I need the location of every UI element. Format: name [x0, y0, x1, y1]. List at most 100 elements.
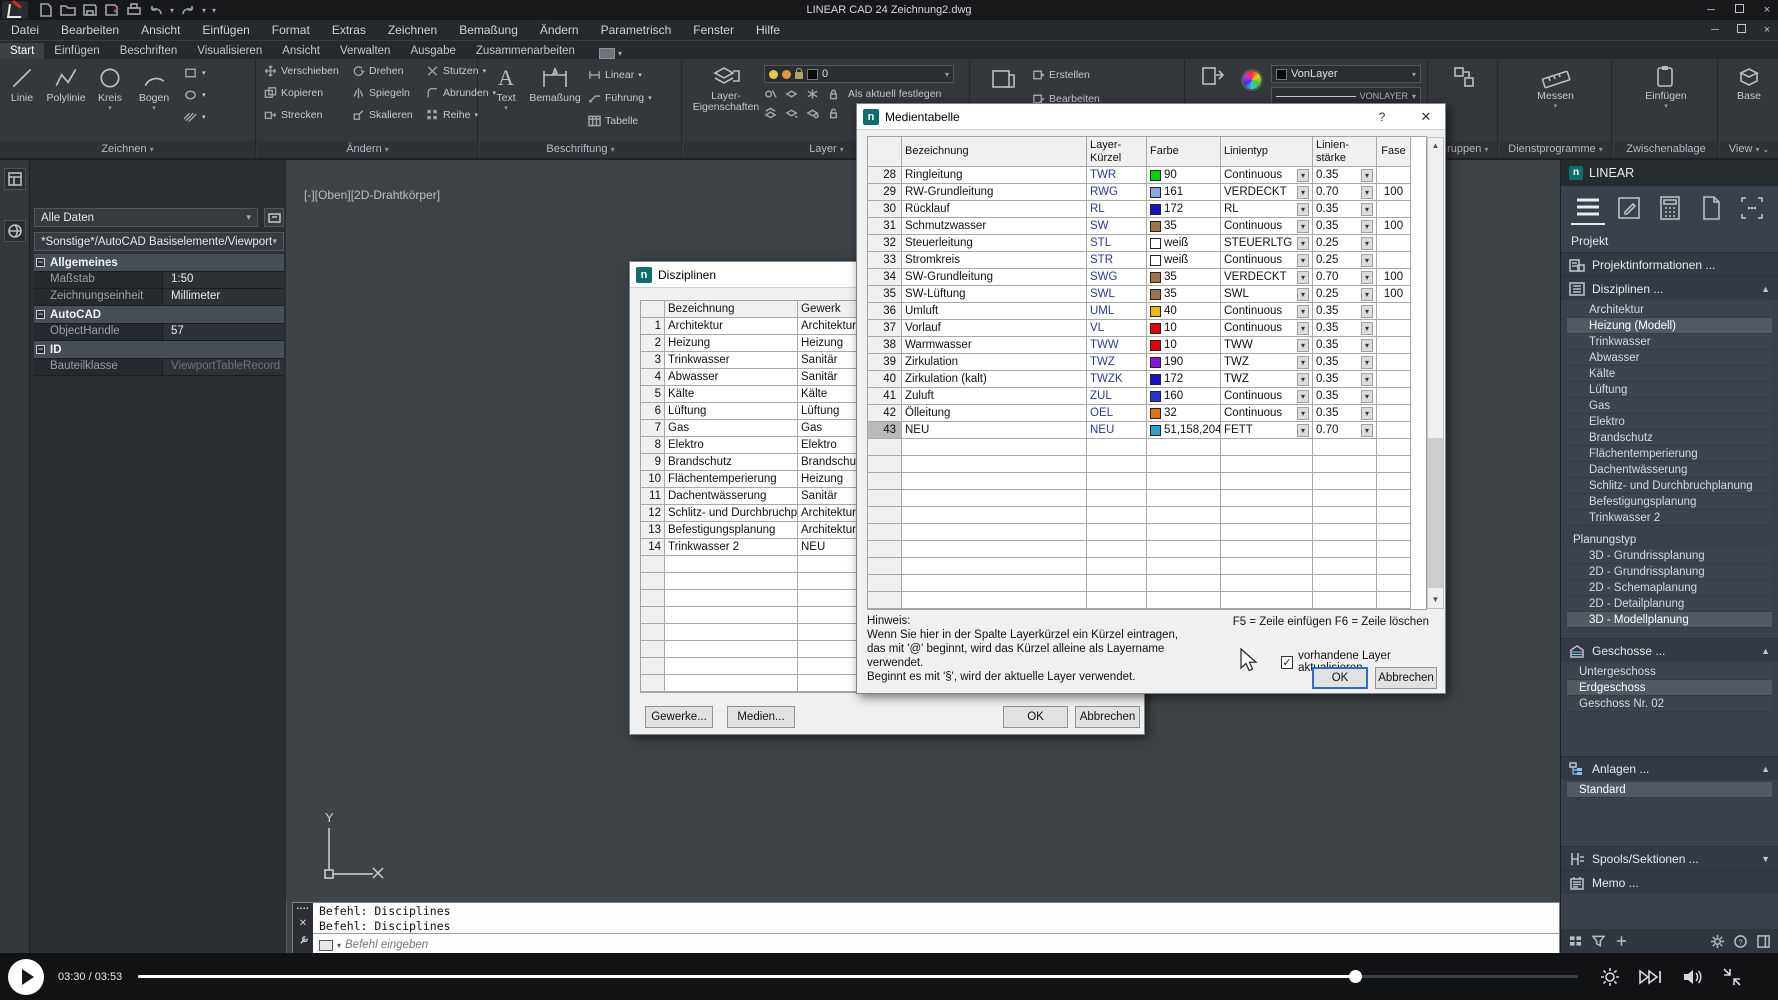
table-row[interactable]: 34 SW-Grundleitung SWG 35 VERDECKT ▾ 0.7 [868, 269, 1426, 286]
dropdown-arrow-icon[interactable]: ▾ [1297, 271, 1309, 284]
discipline-item[interactable]: Schlitz- und Durchbruchplanung [1567, 478, 1772, 494]
cell-staerke[interactable]: 0.35 ▾ [1313, 201, 1377, 218]
cell-staerke[interactable]: 0.25 ▾ [1313, 252, 1377, 269]
ribbon-tab[interactable]: Zusammenarbeiten [466, 43, 585, 59]
cell-linientyp[interactable]: SWL ▾ [1221, 286, 1313, 303]
cell-fase[interactable] [1377, 592, 1411, 609]
layer-off-icon[interactable] [764, 88, 777, 100]
cell-staerke[interactable]: ▾ [1313, 592, 1377, 609]
dropdown-arrow-icon[interactable]: ▾ [1361, 322, 1373, 335]
menu-item[interactable]: Hilfe [745, 20, 791, 41]
cell-bezeichnung[interactable] [902, 456, 1087, 473]
table-row[interactable]: 38 Warmwasser TWW 10 TWW ▾ 0.35 [868, 337, 1426, 354]
collapse-icon[interactable]: − [36, 258, 45, 267]
cell-staerke[interactable]: 0.35 ▾ [1313, 218, 1377, 235]
linear-dim-button[interactable]: Linear▾ [588, 65, 652, 85]
gewerke-button[interactable]: Gewerke... [645, 706, 713, 728]
row-number[interactable]: 39 [868, 354, 902, 371]
dropdown-arrow-icon[interactable]: ▾ [1361, 424, 1373, 437]
planning-type-item[interactable]: 3D - Grundrissplanung [1567, 548, 1772, 564]
cell-kuerzel[interactable] [1087, 473, 1147, 490]
cell-bezeichnung[interactable]: Architektur [665, 318, 798, 335]
row-number[interactable]: 42 [868, 405, 902, 422]
planning-type-item[interactable]: 2D - Detailplanung [1567, 596, 1772, 612]
table-row[interactable]: ▾ ▾ [868, 592, 1426, 609]
dropdown-arrow-icon[interactable]: ▾ [1361, 271, 1373, 284]
dropdown-arrow-icon[interactable]: ▾ [1361, 339, 1373, 352]
dropdown-arrow-icon[interactable]: ▾ [1297, 186, 1309, 199]
cell-bezeichnung[interactable] [902, 490, 1087, 507]
table-row[interactable]: ▾ ▾ [868, 558, 1426, 575]
column-header-fase[interactable]: Fase [1377, 137, 1411, 167]
cell-kuerzel[interactable] [1087, 558, 1147, 575]
row-number[interactable]: 31 [868, 218, 902, 235]
match-properties-button[interactable] [1193, 61, 1233, 91]
dropdown-arrow-icon[interactable]: ▾ [1361, 305, 1373, 318]
storey-item[interactable]: Erdgeschoss [1567, 680, 1772, 696]
section-memo[interactable]: Memo ... [1561, 870, 1778, 894]
rotate-button[interactable]: Drehen [352, 61, 422, 81]
settings-gear-icon[interactable] [1600, 967, 1620, 987]
panel-label-dienstprogramme[interactable]: Dienstprogramme ▾ [1500, 141, 1611, 158]
cell-fase[interactable] [1377, 490, 1411, 507]
minimize-button[interactable]: ─ [1704, 4, 1718, 16]
row-number[interactable] [868, 592, 902, 609]
cell-farbe[interactable]: 190 [1147, 354, 1221, 371]
cell-kuerzel[interactable] [1087, 439, 1147, 456]
cell-kuerzel[interactable]: STR [1087, 252, 1147, 269]
cell-bezeichnung[interactable]: Befestigungsplanung [665, 522, 798, 539]
cell-bezeichnung[interactable] [902, 558, 1087, 575]
discipline-item[interactable]: Befestigungsplanung [1567, 494, 1772, 510]
cell-bezeichnung[interactable] [665, 624, 798, 641]
cell-linientyp[interactable]: Continuous ▾ [1221, 320, 1313, 337]
cell-farbe[interactable]: 32 [1147, 405, 1221, 422]
column-header-farbe[interactable]: Farbe [1147, 137, 1221, 167]
cell-bezeichnung[interactable]: SW-Lüftung [902, 286, 1087, 303]
cell-staerke[interactable]: ▾ [1313, 456, 1377, 473]
copy-button[interactable]: Kopieren [264, 83, 348, 103]
cell-bezeichnung[interactable]: Lüftung [665, 403, 798, 420]
arc-button[interactable]: Bogen▾ [132, 61, 176, 112]
cell-bezeichnung[interactable]: NEU [902, 422, 1087, 439]
cell-bezeichnung[interactable]: Gas [665, 420, 798, 437]
ribbon-tab[interactable]: Start [0, 43, 44, 59]
property-group-header[interactable]: −Allgemeines [34, 254, 284, 272]
row-number[interactable]: 38 [868, 337, 902, 354]
command-close-icon[interactable]: ✕ [299, 918, 307, 929]
cell-fase[interactable]: 100 [1377, 269, 1411, 286]
command-customize-icon[interactable] [298, 935, 309, 946]
cell-farbe[interactable]: 90 [1147, 167, 1221, 184]
table-row[interactable]: 39 Zirkulation TWZ 190 TWZ ▾ 0.35 [868, 354, 1426, 371]
layer-freeze-icon[interactable] [806, 88, 819, 100]
cell-farbe[interactable]: 35 [1147, 218, 1221, 235]
cell-bezeichnung[interactable]: Zirkulation [902, 354, 1087, 371]
edit-icon[interactable] [1612, 191, 1646, 225]
cell-bezeichnung[interactable]: Ringleitung [902, 167, 1087, 184]
table-row[interactable]: 35 SW-Lüftung SWL 35 SWL ▾ 0.25 [868, 286, 1426, 303]
row-number[interactable] [868, 473, 902, 490]
planning-type-item[interactable]: 3D - Modellplanung [1567, 612, 1772, 628]
row-number[interactable]: 29 [868, 184, 902, 201]
app-logo-icon[interactable] [2, 1, 28, 19]
menu-item[interactable]: Bearbeiten [50, 20, 130, 41]
save-icon[interactable] [82, 3, 98, 17]
discipline-item[interactable]: Trinkwasser [1567, 334, 1772, 350]
planning-type-item[interactable]: 2D - Grundrissplanung [1567, 564, 1772, 580]
cell-fase[interactable] [1377, 558, 1411, 575]
dropdown-arrow-icon[interactable]: ▾ [1297, 373, 1309, 386]
panel-label-view[interactable]: View ▾ ⌄ [1720, 141, 1778, 158]
cell-linientyp[interactable]: ▾ [1221, 473, 1313, 490]
rectangle-tool-icon[interactable]: ▾ [184, 65, 206, 81]
measure-button[interactable]: Messen▾ [1528, 61, 1584, 110]
cell-staerke[interactable]: 0.25 ▾ [1313, 235, 1377, 252]
cell-fase[interactable] [1377, 201, 1411, 218]
cell-linientyp[interactable]: RL ▾ [1221, 201, 1313, 218]
polyline-button[interactable]: Polylinie [44, 61, 88, 104]
section-anlagen[interactable]: Anlagen ...▲ [1561, 756, 1778, 780]
discipline-item[interactable]: Kälte [1567, 366, 1772, 382]
property-group-header[interactable]: −AutoCAD [34, 306, 284, 324]
project-menu-icon[interactable] [1571, 191, 1605, 225]
cell-bezeichnung[interactable]: Dachentwässerung [665, 488, 798, 505]
cell-bezeichnung[interactable] [665, 573, 798, 590]
cell-linientyp[interactable]: ▾ [1221, 490, 1313, 507]
